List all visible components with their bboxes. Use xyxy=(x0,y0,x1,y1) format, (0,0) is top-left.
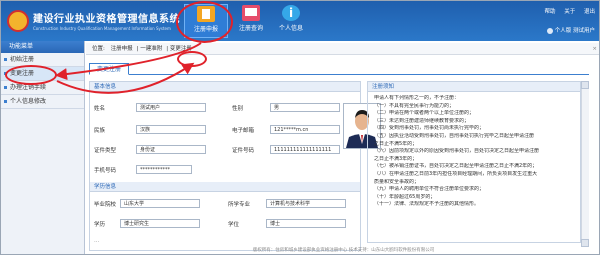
notice-line: 之日止不满3年的； xyxy=(374,155,418,162)
notice-title: 注册须知 xyxy=(368,82,580,92)
phone-label: 手机号码 xyxy=(94,168,117,174)
notice-line: （九）申请人的聘用单位不符合注册单位要求的； xyxy=(374,186,485,193)
user-name: 测试用户 xyxy=(572,28,595,34)
id-type-label: 证件类型 xyxy=(94,148,117,154)
about-link[interactable]: 关于 xyxy=(564,9,575,15)
footer: 版权所有：住房和城乡建设部执业资格注册中心 技术支持：山东山大鸥玛软件股份有限公… xyxy=(252,248,435,253)
notice-line: 之日止不满5年的； xyxy=(374,140,418,147)
notice-line: （八）在申请注册之日前3年内担任项目经理期间，所负责项目发生过重大 xyxy=(374,170,538,177)
major-label: 所学专业 xyxy=(228,202,251,208)
exit-link[interactable]: 退出 xyxy=(584,9,595,15)
notice-line: 质量和安全事故的； xyxy=(374,178,420,185)
id-number-label: 证件号码 xyxy=(232,148,255,154)
notice-line: （十一）法律、法规规定不予注册的其他情形。 xyxy=(374,201,480,208)
major-field[interactable]: 计算机与技术科学 xyxy=(266,199,346,208)
notice-line: （三）未达到注册建造师继续教育要求的； xyxy=(374,117,470,124)
user-greeting: 个人版 xyxy=(554,28,572,34)
system-title: 建设行业执业资格管理信息系统 xyxy=(33,14,180,25)
nav-query-label: 注册查询 xyxy=(238,25,263,32)
email-field[interactable]: 121*****m.cn xyxy=(270,125,340,134)
sidebar-item-initial-registration[interactable]: 初始注册 xyxy=(1,53,84,67)
academic-degree-select[interactable]: 博士 xyxy=(266,219,346,228)
nav-info-label: 个人信息 xyxy=(278,25,303,32)
notice-line: （二）申请在两个或者两个以上单位注册的； xyxy=(374,110,475,117)
help-link[interactable]: 帮助 xyxy=(544,9,555,15)
nav-registration-query[interactable]: 注册查询 xyxy=(229,4,273,38)
highlight-ellipse-nav xyxy=(176,1,233,43)
notice-line: 申请人有下列情形之一的，不予注册： xyxy=(374,95,460,101)
info-icon: i xyxy=(282,5,300,21)
academic-degree-label: 学位 xyxy=(228,222,240,228)
id-type-select[interactable]: 身份证 xyxy=(136,145,206,154)
name-label: 姓名 xyxy=(94,106,106,112)
phone-field[interactable]: ************ xyxy=(136,165,192,174)
tab-bar: 变更注册 xyxy=(89,63,589,75)
email-label: 电子邮箱 xyxy=(232,128,255,134)
gender-select[interactable]: 男 xyxy=(270,103,340,112)
notice-line: （一）不具有完全民事行为能力的； xyxy=(374,102,455,109)
notice-line: （五）因执业活动受到刑事处罚，自刑事处罚执行完毕之日起至申请注册 xyxy=(374,132,535,139)
highlight-ellipse-breadcrumb xyxy=(177,51,207,67)
ethnicity-label: 民族 xyxy=(94,128,106,134)
section-education-info: 学历信息 xyxy=(90,182,360,192)
header-bar: 建设行业执业资格管理信息系统 Construction Industry Qua… xyxy=(1,1,599,41)
notice-line: （六）因前项规定以外的原因受到刑事处罚，自处罚决定之日起至申请注册 xyxy=(374,148,540,155)
emblem-logo xyxy=(7,10,29,32)
name-field[interactable]: 测试用户 xyxy=(136,103,206,112)
app-window: 建设行业执业资格管理信息系统 Construction Industry Qua… xyxy=(0,0,600,255)
notice-line: （七）被吊销注册证书，自处罚决定之日起至申请注册之日止不满2年的； xyxy=(374,163,538,170)
monitor-icon xyxy=(242,5,260,21)
breadcrumb-item[interactable]: 一建准附 xyxy=(140,46,162,52)
vertical-scrollbar[interactable] xyxy=(581,89,589,239)
notice-line: （十）年龄超过65周岁的； xyxy=(374,193,436,200)
breadcrumb-item[interactable]: 注册申报 xyxy=(111,46,133,52)
sidebar-item-personal-info-edit[interactable]: 个人信息修改 xyxy=(1,95,84,109)
gender-label: 性别 xyxy=(232,106,244,112)
degree-select[interactable]: 博士研究生 xyxy=(120,219,200,228)
ethnicity-select[interactable]: 汉族 xyxy=(136,125,206,134)
registration-form: 基本信息 姓名 测试用户 性别 男 民族 汉族 电子邮箱 121*****m.c… xyxy=(89,81,361,251)
user-avatar-icon xyxy=(546,27,553,34)
notice-body: 申请人有下列情形之一的，不予注册： （一）不具有完全民事行为能力的； （二）申请… xyxy=(368,92,580,209)
close-tab-icon[interactable]: × xyxy=(592,43,597,55)
tab-change-registration[interactable]: 变更注册 xyxy=(89,63,130,75)
school-label: 毕业院校 xyxy=(94,202,117,208)
notice-line: （四）受到刑事处罚，刑事处罚尚未执行完毕的； xyxy=(374,125,485,132)
system-subtitle: Construction Industry Qualification Mana… xyxy=(33,26,171,31)
school-field[interactable]: 山东大学 xyxy=(120,199,200,208)
breadcrumb: 位置: 注册申报 | 一建准附 | 变更注册 × xyxy=(86,43,599,55)
degree-label: 学历 xyxy=(94,222,106,228)
user-info: 个人版 测试用户 xyxy=(546,26,595,34)
more-fields: ... xyxy=(94,238,100,244)
id-number-field[interactable]: 111111111111111111 xyxy=(270,145,340,154)
registration-notice-panel: 注册须知 申请人有下列情形之一的，不予注册： （一）不具有完全民事行为能力的； … xyxy=(367,81,581,243)
section-basic-info: 基本信息 xyxy=(90,82,360,92)
highlight-ellipse-sidebar xyxy=(5,65,57,85)
breadcrumb-label: 位置: xyxy=(92,46,105,52)
system-title-block: 建设行业执业资格管理信息系统 Construction Industry Qua… xyxy=(33,10,180,31)
top-links: 帮助 关于 退出 xyxy=(537,7,595,15)
sidebar-title: 功能菜单 xyxy=(1,41,84,53)
scroll-up-arrow[interactable] xyxy=(581,81,589,89)
nav-personal-info[interactable]: i 个人信息 xyxy=(269,4,313,38)
